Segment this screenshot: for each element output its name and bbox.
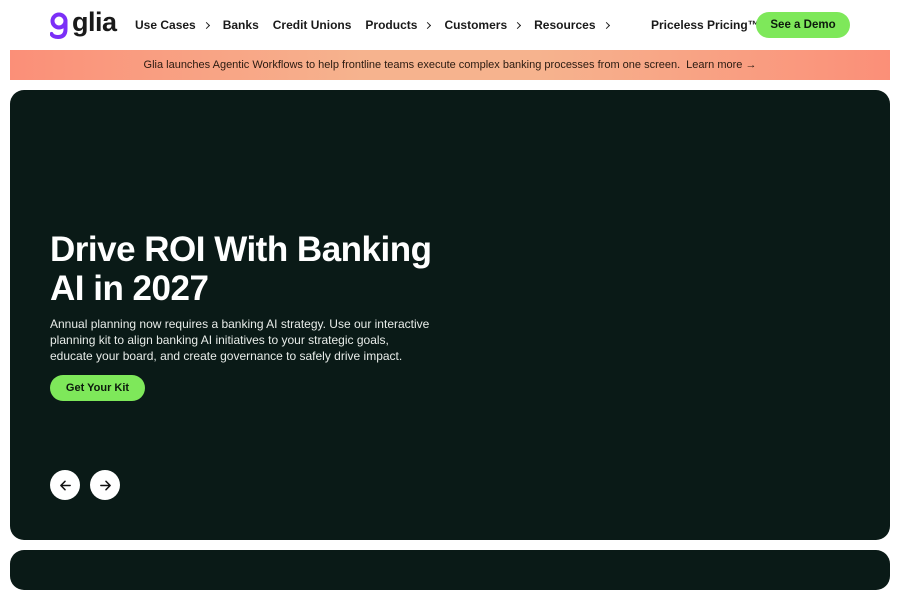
glia-logo-icon [50, 12, 68, 39]
nav-label: Products [365, 18, 418, 32]
hero-title: Drive ROI With Banking AI in 2027 [50, 230, 432, 308]
nav-banks[interactable]: Banks [223, 18, 259, 32]
nav-credit-unions[interactable]: Credit Unions [273, 18, 352, 32]
nav-label: Banks [222, 18, 259, 32]
nav-label: Use Cases [135, 18, 196, 32]
pricing-link[interactable]: Priceless Pricing™ [651, 18, 760, 32]
nav-label: Resources [534, 18, 596, 32]
carousel-next-button[interactable] [90, 470, 120, 500]
announcement-banner: Glia launches Agentic Workflows to help … [10, 50, 890, 80]
chevron-right-icon [514, 21, 522, 29]
arrow-right-icon [99, 480, 111, 490]
nav-label: Customers [444, 18, 508, 32]
nav-resources[interactable]: Resources [534, 18, 610, 32]
glia-logo[interactable]: glia [50, 7, 117, 41]
next-section-card [10, 550, 890, 590]
chevron-right-icon [424, 21, 432, 29]
nav-label: Credit Unions [272, 18, 352, 32]
brand-name: glia [72, 7, 117, 37]
hero-carousel: Drive ROI With Banking AI in 2027 Annual… [10, 90, 890, 540]
top-navigation: glia Use Cases Banks Credit Unions Produ… [0, 0, 900, 50]
nav-use-cases[interactable]: Use Cases [135, 18, 210, 32]
arrow-left-icon [59, 480, 71, 490]
see-demo-button[interactable]: See a Demo [756, 12, 850, 38]
chevron-right-icon [202, 21, 210, 29]
carousel-prev-button[interactable] [50, 470, 80, 500]
banner-text: Glia launches Agentic Workflows to help … [143, 59, 681, 71]
nav-products[interactable]: Products [365, 18, 432, 32]
get-your-kit-button[interactable]: Get Your Kit [50, 375, 145, 401]
learn-more-link[interactable]: Learn more → [686, 59, 756, 71]
nav-customers[interactable]: Customers [444, 18, 522, 32]
hero-description: Annual planning now requires a banking A… [50, 317, 430, 363]
main-menu: Use Cases Banks Credit Unions Products C… [135, 0, 623, 50]
chevron-right-icon [602, 21, 610, 29]
